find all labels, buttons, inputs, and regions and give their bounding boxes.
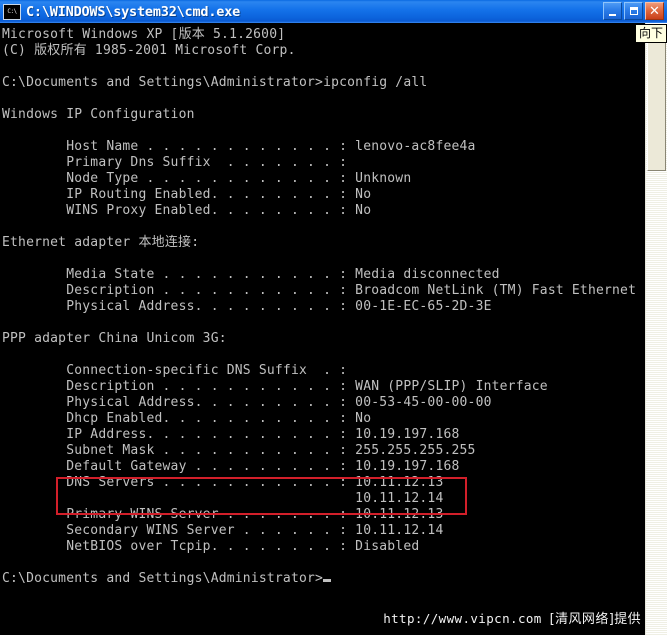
cmd-console-icon: C:\ (3, 3, 21, 20)
console-line: Description . . . . . . . . . . . : Broa… (2, 283, 637, 298)
console-line: Node Type . . . . . . . . . . . . : Unkn… (2, 171, 412, 186)
console-line: Default Gateway . . . . . . . . . : 10.1… (2, 459, 460, 474)
vertical-scrollbar[interactable] (645, 23, 667, 635)
restore-button[interactable] (624, 2, 643, 20)
scroll-down-tooltip: 向下 (635, 24, 667, 43)
console-output[interactable]: Microsoft Windows XP [版本 5.1.2600] (C) 版权… (0, 23, 645, 635)
console-line: Ethernet adapter 本地连接: (2, 235, 200, 250)
console-line: Description . . . . . . . . . . . : WAN … (2, 379, 548, 394)
console-line: 10.11.12.14 (2, 491, 444, 506)
console-line: Subnet Mask . . . . . . . . . . . : 255.… (2, 443, 476, 458)
cmd-window: C:\ C:\WINDOWS\system32\cmd.exe ✕ Micros… (0, 0, 667, 635)
minimize-icon (609, 13, 616, 16)
window-title: C:\WINDOWS\system32\cmd.exe (26, 3, 241, 20)
text-cursor (323, 579, 332, 582)
console-line: Secondary WINS Server . . . . . . : 10.1… (2, 523, 444, 538)
console-line: Host Name . . . . . . . . . . . . : leno… (2, 139, 476, 154)
console-line: Primary Dns Suffix . . . . . . . : (2, 155, 348, 170)
restore-icon (629, 7, 638, 15)
console-line: C:\Documents and Settings\Administrator>… (2, 75, 428, 90)
console-line: Microsoft Windows XP [版本 5.1.2600] (2, 27, 286, 42)
cmd-console-icon-label: C:\ (7, 7, 17, 15)
console-line: NetBIOS over Tcpip. . . . . . . . : Disa… (2, 539, 420, 554)
scrollbar-thumb[interactable] (647, 37, 666, 171)
console-line: Windows IP Configuration (2, 107, 195, 122)
minimize-button[interactable] (603, 2, 622, 20)
watermark: http://www.vipcn.com [清风网络]提供 (383, 608, 641, 627)
console-line: C:\Documents and Settings\Administrator> (2, 571, 645, 587)
console-line: Connection-specific DNS Suffix . : (2, 363, 348, 378)
console-line: PPP adapter China Unicom 3G: (2, 331, 227, 346)
console-line: Media State . . . . . . . . . . . : Medi… (2, 267, 500, 282)
console-line: (C) 版权所有 1985-2001 Microsoft Corp. (2, 43, 296, 58)
console-line: WINS Proxy Enabled. . . . . . . . : No (2, 203, 372, 218)
console-line: IP Address. . . . . . . . . . . . : 10.1… (2, 427, 460, 442)
console-line: IP Routing Enabled. . . . . . . . : No (2, 187, 372, 202)
window-controls: ✕ (603, 2, 664, 20)
close-icon: ✕ (649, 3, 660, 19)
console-line: Physical Address. . . . . . . . . : 00-1… (2, 299, 492, 314)
console-line: DNS Servers . . . . . . . . . . . : 10.1… (2, 475, 444, 490)
close-button[interactable]: ✕ (645, 2, 664, 20)
window-titlebar[interactable]: C:\ C:\WINDOWS\system32\cmd.exe ✕ (0, 0, 667, 23)
watermark-url: http://www.vipcn.com (383, 611, 542, 626)
console-line: Dhcp Enabled. . . . . . . . . . . : No (2, 411, 372, 426)
console-line: Physical Address. . . . . . . . . : 00-5… (2, 395, 492, 410)
watermark-suffix: [清风网络]提供 (549, 612, 641, 627)
console-line: Primary WINS Server . . . . . . . : 10.1… (2, 507, 444, 522)
